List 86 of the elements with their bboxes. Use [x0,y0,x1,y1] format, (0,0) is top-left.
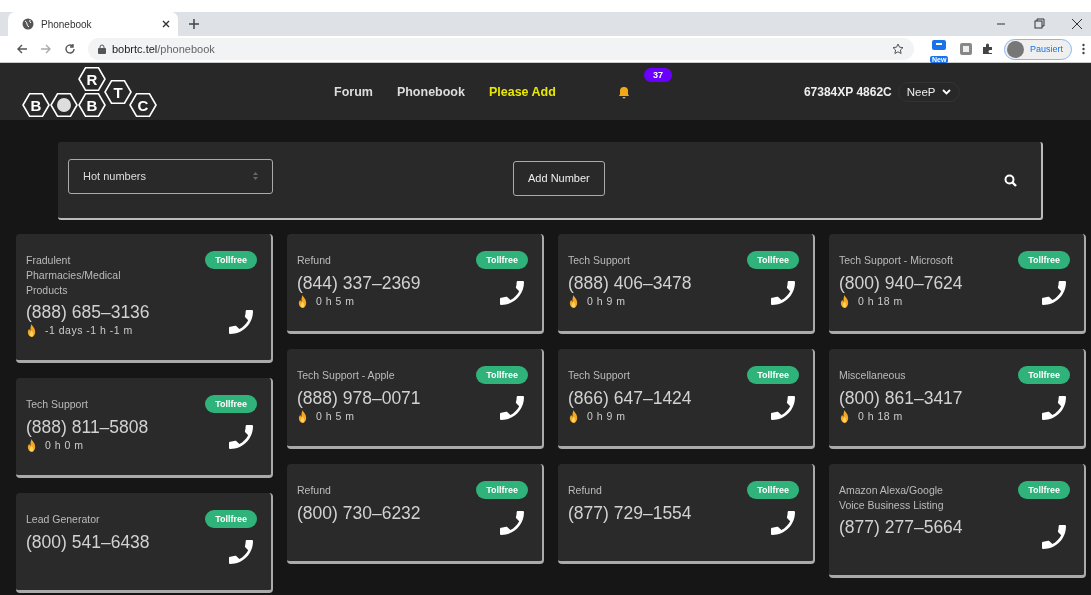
extension-icon[interactable] [929,39,948,53]
nav-link[interactable]: Please Add [488,84,556,99]
avatar-icon [1006,40,1024,58]
card-category: Tech Support - Apple [297,368,396,383]
address-bar[interactable]: bobrtc.tel/phonebook [88,38,914,60]
phone-number: (800) 541–6438 [26,532,151,553]
flame-icon [297,294,308,308]
tollfree-badge: Tollfree [747,366,799,384]
card-category: Refund [297,253,332,268]
browser-tab[interactable]: Phonebook [8,12,178,36]
logo-letter: B [22,92,50,117]
card-category: Refund [297,483,332,498]
phone-number: (800) 730–6232 [297,503,422,524]
bell-icon[interactable] [617,85,630,99]
filter-select[interactable]: Hot numbers [68,158,273,194]
phone-number: (866) 647–1424 [568,388,693,410]
lock-icon [98,44,106,54]
phone-number: (888) 406–3478 [568,273,693,295]
age-text: 0 h 9 m [587,295,626,307]
logo-letter: B [78,92,106,117]
tollfree-badge: Tollfree [1018,251,1070,269]
menu-icon[interactable] [1082,43,1085,55]
card-category: Tech Support - Microsoft [839,253,954,268]
age-text: 0 h 5 m [316,410,355,422]
extension-icon[interactable] [959,43,972,55]
flame-icon [839,294,850,308]
phone-number: (888) 685–3136 [26,302,151,324]
nav-link[interactable]: Phonebook [396,84,465,99]
card-category: Tech Support [568,368,631,383]
flame-icon [26,323,37,337]
globe-icon [22,18,34,30]
tollfree-badge: Tollfree [476,251,528,269]
logo-letter: R [78,66,106,91]
card-category: Refund [568,483,603,498]
card-category: Tech Support [568,253,631,268]
flame-icon [568,294,579,308]
phone-number: (800) 861–3417 [839,388,964,410]
phone-number: (888) 811–5808 [26,417,150,439]
age-text: 0 h 18 m [858,295,903,307]
chevron-icon [941,88,951,95]
close-icon[interactable] [160,18,172,30]
phone-number: (800) 940–7624 [839,273,964,295]
phone-number: (888) 978–0071 [297,388,422,410]
card-category: Lead Generator [26,512,101,527]
tollfree-badge: Tollfree [747,251,799,269]
notification-badge: 37 [643,67,672,82]
updown-icon [253,172,258,180]
restore-icon[interactable] [1033,18,1045,30]
back-icon[interactable] [16,43,28,55]
phone-number: (877) 277–5664 [839,517,964,538]
add-number-button[interactable]: Add Number [513,160,605,196]
search-icon[interactable] [1004,173,1017,187]
tollfree-badge: Tollfree [205,251,257,269]
puzzle-icon[interactable] [981,43,994,55]
tollfree-badge: Tollfree [476,366,528,384]
nav-link[interactable]: Forum [334,84,373,99]
tollfree-badge: Tollfree [205,510,257,528]
tollfree-badge: Tollfree [747,481,799,499]
tollfree-badge: Tollfree [1018,366,1070,384]
age-text: 0 h 9 m [587,410,626,422]
star-icon[interactable] [891,43,904,55]
new-tab-icon[interactable] [188,18,200,30]
phone-number: (877) 729–1554 [568,503,693,524]
card-category: Amazon Alexa/Google Voice Business Listing [839,483,945,513]
tollfree-badge: Tollfree [205,395,257,413]
age-text: -1 days -1 h -1 m [45,324,133,336]
tollfree-badge: Tollfree [476,481,528,499]
reload-icon[interactable] [64,43,76,55]
mascot-icon [50,92,78,117]
flame-icon [26,438,37,452]
flame-icon [568,409,579,423]
age-text: 0 h 0 m [45,439,84,451]
user-code: 67384XP 4862C [803,84,892,99]
profile-button[interactable]: Pausiert [1003,38,1072,60]
logo-letter: C [129,92,157,117]
tollfree-badge: Tollfree [1018,481,1070,499]
card-category: Miscellaneous [839,368,907,383]
age-text: 0 h 5 m [316,295,355,307]
logo-letter: T [104,79,132,104]
flame-icon [839,409,850,423]
card-category: Tech Support [26,397,89,412]
card-category: Fradulent Pharmacies/Medical Products [26,253,122,298]
age-text: 0 h 18 m [858,410,903,422]
flame-icon [297,409,308,423]
close-icon[interactable] [1071,18,1083,30]
phone-number: (844) 337–2369 [297,273,422,295]
